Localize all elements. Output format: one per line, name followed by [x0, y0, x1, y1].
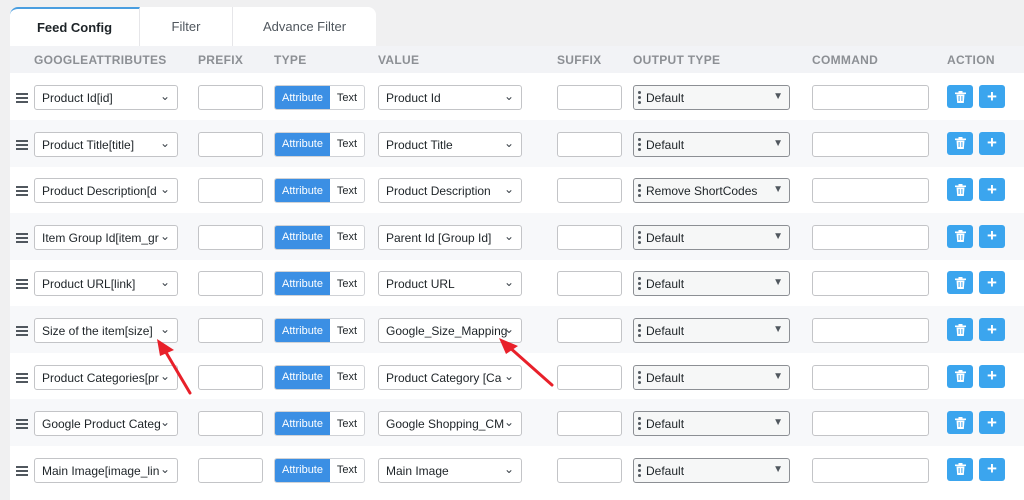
annotation-overlay: [157, 338, 554, 395]
red-arrow-attribute: [157, 339, 192, 395]
red-arrow-value: [499, 338, 554, 387]
